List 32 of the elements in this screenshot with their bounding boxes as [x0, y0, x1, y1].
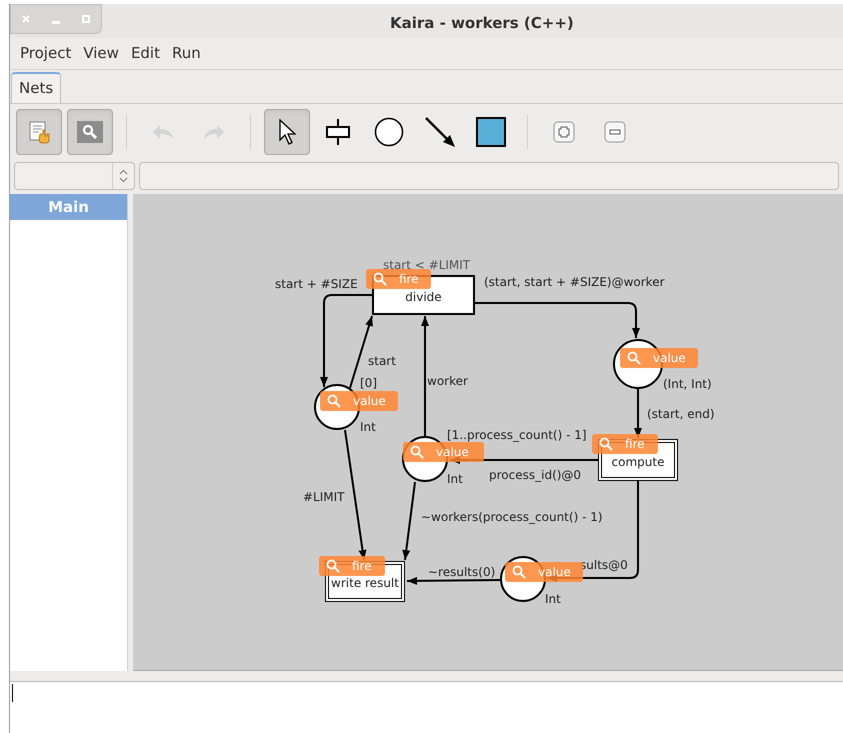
menu-item[interactable]: Edit: [124, 40, 166, 67]
menu-item[interactable]: View: [77, 40, 125, 67]
arc-label: worker: [427, 373, 468, 390]
tab[interactable]: Nets: [11, 72, 62, 103]
place-type: (Int, Int): [663, 376, 712, 393]
arc-label: process_id()@0: [489, 467, 582, 484]
initial-marking: [1..process_count() - 1]: [447, 427, 587, 444]
arc-label: ~results(0): [428, 564, 496, 581]
fire-button[interactable]: fire: [366, 269, 431, 289]
place-type: Int: [360, 419, 376, 436]
arc-label: #LIMIT: [303, 489, 345, 506]
transition-name: write result: [331, 575, 399, 592]
fire-button[interactable]: fire: [592, 434, 658, 454]
place-type: Int: [447, 471, 463, 488]
menu-item[interactable]: Run: [166, 40, 207, 67]
place-type: Int: [545, 591, 561, 608]
value-button[interactable]: value: [403, 442, 484, 462]
menu-item[interactable]: Project: [14, 40, 78, 67]
value-button[interactable]: value: [505, 562, 583, 582]
sidebar-item[interactable]: Main: [10, 194, 127, 220]
value-button[interactable]: value: [620, 348, 698, 368]
value-button[interactable]: value: [320, 391, 398, 411]
arc-label: (start, end): [647, 406, 715, 423]
arc-label: start: [368, 353, 396, 370]
arc-label: (start, start + #SIZE)@worker: [484, 274, 665, 291]
arc-label: start + #SIZE: [275, 276, 358, 293]
transition-name: divide: [405, 288, 442, 306]
transition-name: compute: [612, 454, 664, 470]
arc-label: ~workers(process_count() - 1): [421, 509, 603, 526]
fire-button[interactable]: fire: [319, 556, 385, 576]
window-title: Kaira - workers (C++): [390, 13, 574, 34]
initial-marking: [0]: [360, 375, 377, 392]
